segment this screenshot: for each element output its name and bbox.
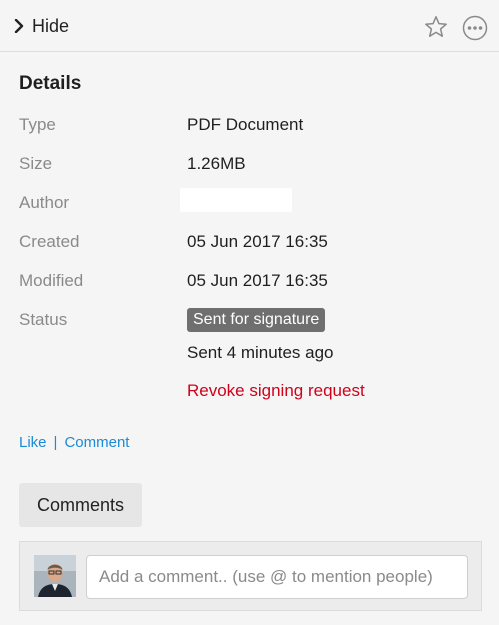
type-value: PDF Document (187, 115, 304, 134)
star-outline-icon (425, 16, 447, 37)
link-separator: | (53, 434, 58, 451)
hide-label: Hide (32, 15, 70, 36)
created-value: 05 Jun 2017 16:35 (187, 232, 328, 251)
details-title: Details (19, 73, 82, 94)
author-value-redacted (180, 188, 292, 212)
like-link[interactable]: Like (19, 434, 47, 451)
type-label: Type (19, 115, 56, 134)
comments-tab[interactable]: Comments (19, 483, 142, 527)
social-actions: Like | Comment (19, 434, 129, 451)
comment-link[interactable]: Comment (64, 434, 129, 451)
chevron-right-icon (14, 19, 24, 33)
status-badge: Sent for signature (187, 308, 326, 332)
size-value: 1.26MB (187, 154, 246, 173)
comment-input[interactable] (86, 555, 468, 599)
hide-toggle[interactable]: Hide (14, 12, 69, 40)
created-label: Created (19, 232, 80, 251)
status-label: Status (19, 310, 68, 329)
more-actions-button[interactable] (462, 15, 488, 41)
status-time: Sent 4 minutes ago (187, 343, 334, 362)
panel-header: Hide (0, 0, 499, 52)
revoke-signing-link[interactable]: Revoke signing request (187, 381, 365, 401)
favorite-button[interactable] (424, 15, 448, 39)
modified-value: 05 Jun 2017 16:35 (187, 271, 328, 290)
ellipsis-circle-icon (462, 15, 488, 41)
avatar (34, 555, 76, 597)
author-label: Author (19, 193, 70, 212)
modified-label: Modified (19, 271, 84, 290)
comment-composer (19, 541, 482, 611)
size-label: Size (19, 154, 53, 173)
